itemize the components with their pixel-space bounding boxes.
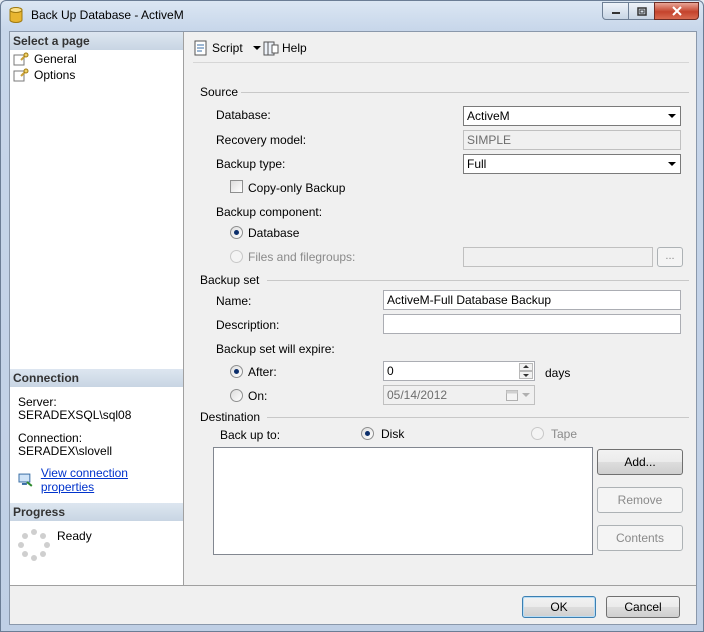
dialog-footer: OK Cancel	[10, 585, 696, 624]
disk-radio[interactable]	[361, 427, 374, 440]
toolbar-divider	[193, 62, 689, 63]
chevron-down-icon	[522, 393, 530, 397]
backup-set-divider	[267, 280, 689, 281]
copy-only-label: Copy-only Backup	[248, 181, 346, 195]
backup-type-label: Backup type:	[216, 157, 286, 171]
spin-up-icon[interactable]	[519, 363, 533, 371]
name-input[interactable]: ActiveM-Full Database Backup	[383, 290, 681, 310]
left-pane: Select a page General Options Connection	[10, 32, 184, 585]
page-settings-icon	[13, 52, 29, 66]
remove-button[interactable]: Remove	[597, 487, 683, 513]
database-combo[interactable]: ActiveM	[463, 106, 681, 126]
window-title: Back Up Database - ActiveM	[31, 8, 184, 22]
browse-button[interactable]: ...	[657, 247, 683, 267]
back-up-to-label: Back up to:	[220, 428, 281, 442]
destination-divider	[267, 417, 689, 418]
close-icon	[671, 6, 682, 16]
ok-button[interactable]: OK	[522, 596, 596, 618]
description-label: Description:	[216, 318, 280, 332]
script-label: Script	[212, 41, 243, 55]
close-button[interactable]	[654, 2, 699, 20]
nav-item-label: Options	[34, 68, 76, 82]
chevron-down-icon[interactable]	[252, 45, 261, 51]
window-controls	[602, 2, 699, 20]
backup-type-combo[interactable]: Full	[463, 154, 681, 174]
component-database-label: Database	[248, 226, 300, 240]
backup-set-group-label: Backup set	[200, 273, 260, 287]
copy-only-checkbox[interactable]	[230, 180, 243, 193]
disk-label: Disk	[381, 427, 405, 441]
chevron-down-icon	[668, 114, 676, 118]
page-settings-icon	[13, 68, 29, 82]
script-icon	[194, 40, 207, 56]
help-button[interactable]: Help	[263, 39, 307, 57]
view-connection-link[interactable]: View connection properties	[41, 466, 183, 494]
nav-item-label: General	[34, 52, 77, 66]
database-icon	[9, 7, 23, 23]
connection-header: Connection	[10, 369, 183, 387]
name-label: Name:	[216, 294, 252, 308]
backup-type-value: Full	[467, 157, 487, 171]
tape-label: Tape	[551, 427, 578, 441]
right-pane: Script Help Source Database: ActiveM Rec…	[185, 32, 696, 585]
spin-down-icon[interactable]	[519, 371, 533, 379]
files-filegroups-field	[463, 247, 653, 267]
cancel-button[interactable]: Cancel	[606, 596, 680, 618]
nav-item-general[interactable]: General	[13, 51, 77, 67]
dialog-client: Select a page General Options Connection	[9, 31, 697, 625]
destination-group-label: Destination	[200, 410, 261, 424]
after-days-value: 0	[387, 364, 394, 378]
on-date-picker[interactable]: 05/14/2012	[383, 385, 535, 405]
days-label: days	[545, 366, 571, 380]
restore-icon	[636, 6, 647, 16]
source-divider	[241, 92, 689, 93]
recovery-model-label: Recovery model:	[216, 133, 307, 147]
title-bar[interactable]: Back Up Database - ActiveM	[1, 1, 703, 29]
database-value: ActiveM	[467, 109, 510, 123]
backup-component-label: Backup component:	[216, 205, 323, 219]
minimize-button[interactable]	[602, 2, 629, 20]
on-label: On:	[248, 389, 268, 403]
progress-status: Ready	[57, 529, 92, 543]
database-label: Database:	[216, 108, 271, 122]
progress-header: Progress	[10, 503, 183, 521]
after-label: After:	[248, 365, 277, 379]
minimize-icon	[611, 12, 620, 14]
tape-radio[interactable]	[531, 427, 544, 440]
on-date-value: 05/14/2012	[387, 388, 448, 402]
help-label: Help	[282, 41, 307, 55]
help-icon	[263, 41, 279, 56]
progress-spinner-icon	[18, 529, 50, 561]
dialog-window: Back Up Database - ActiveM Select a page	[0, 0, 704, 632]
view-connection-properties[interactable]: View connection properties	[18, 466, 183, 494]
spin-buttons[interactable]	[519, 363, 533, 379]
add-button[interactable]: Add...	[597, 449, 683, 475]
server-value: SERADEXSQL\sql08	[18, 408, 132, 422]
recovery-model-field: SIMPLE	[463, 130, 681, 150]
expire-on-radio[interactable]	[230, 389, 243, 402]
calendar-icon	[506, 390, 518, 401]
connection-value: SERADEX\slovell	[18, 444, 113, 458]
script-button[interactable]: Script	[193, 39, 264, 57]
expire-label: Backup set will expire:	[216, 342, 335, 356]
after-days-stepper[interactable]: 0	[383, 361, 535, 381]
nav-item-options[interactable]: Options	[13, 67, 75, 83]
maximize-button[interactable]	[628, 2, 655, 20]
component-files-radio[interactable]	[230, 250, 243, 263]
destination-list[interactable]	[213, 447, 593, 555]
contents-button[interactable]: Contents	[597, 525, 683, 551]
component-database-radio[interactable]	[230, 226, 243, 239]
description-input[interactable]	[383, 314, 681, 334]
expire-after-radio[interactable]	[230, 365, 243, 378]
select-page-header: Select a page	[10, 32, 183, 50]
component-files-label: Files and filegroups:	[248, 250, 356, 264]
chevron-down-icon	[668, 162, 676, 166]
source-group-label: Source	[200, 85, 239, 99]
connection-properties-icon	[18, 473, 33, 487]
